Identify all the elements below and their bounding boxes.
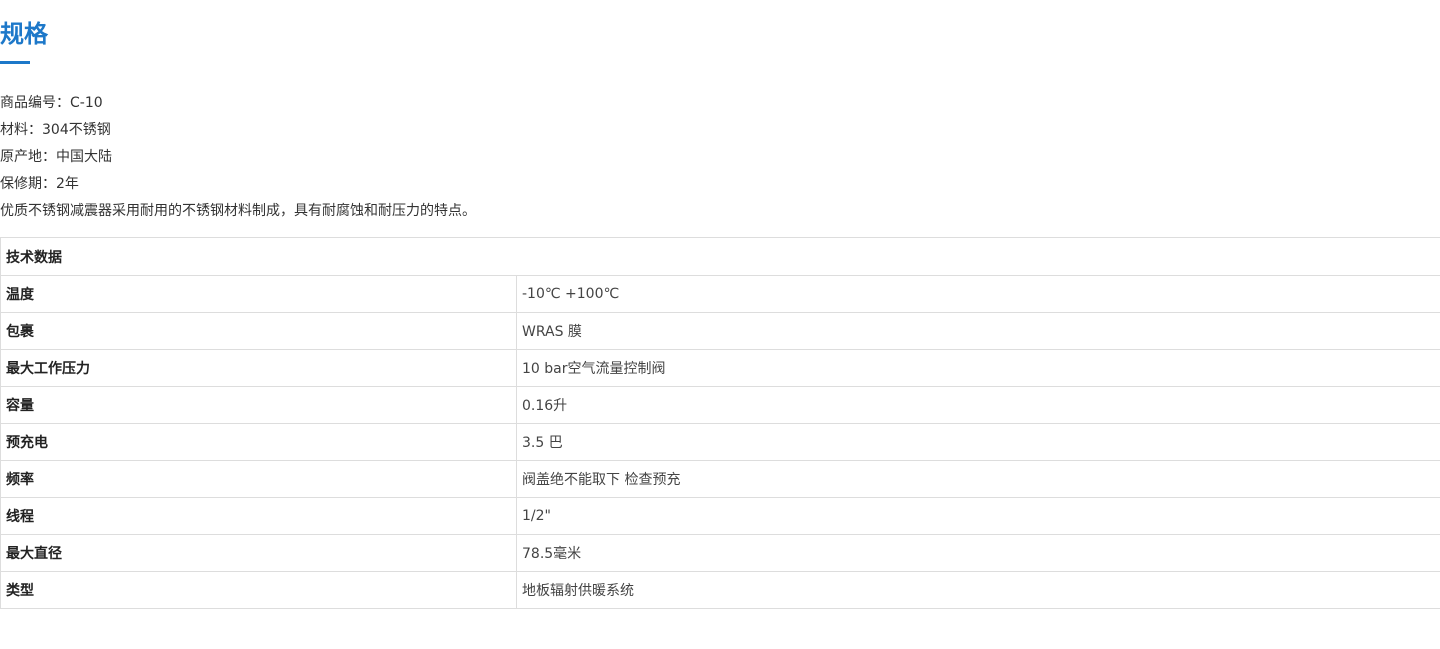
row-value: 阀盖绝不能取下 检查预充 — [516, 460, 1440, 498]
row-label: 容量 — [0, 386, 517, 424]
row-label: 最大直径 — [0, 534, 517, 572]
table-row: 包裹 WRAS 膜 — [0, 312, 1440, 350]
table-row: 温度 -10℃ +100℃ — [0, 275, 1440, 313]
row-value: 3.5 巴 — [516, 423, 1440, 461]
info-item-description: 优质不锈钢减震器采用耐用的不锈钢材料制成，具有耐腐蚀和耐压力的特点。 — [0, 203, 476, 219]
row-value: 地板辐射供暖系统 — [516, 571, 1440, 609]
row-value: 1/2" — [516, 497, 1440, 535]
row-value: 78.5毫米 — [516, 534, 1440, 572]
row-label: 包裹 — [0, 312, 517, 350]
title-underline — [0, 61, 30, 64]
info-item-origin: 原产地：中国大陆 — [0, 149, 112, 165]
tech-data-table: 技术数据 温度 -10℃ +100℃ 包裹 WRAS 膜 最大工作压力 10 b… — [0, 237, 1440, 609]
row-value: -10℃ +100℃ — [516, 275, 1440, 313]
table-row: 类型 地板辐射供暖系统 — [0, 571, 1440, 609]
row-label: 频率 — [0, 460, 517, 498]
table-row: 容量 0.16升 — [0, 386, 1440, 424]
table-row: 线程 1/2" — [0, 497, 1440, 535]
info-item-material: 材料：304不锈钢 — [0, 122, 111, 138]
table-row: 预充电 3.5 巴 — [0, 423, 1440, 461]
table-header-row: 技术数据 — [0, 237, 1440, 276]
table-row: 最大直径 78.5毫米 — [0, 534, 1440, 572]
row-label: 最大工作压力 — [0, 349, 517, 387]
row-label: 线程 — [0, 497, 517, 535]
table-header: 技术数据 — [0, 237, 1440, 276]
row-value: 0.16升 — [516, 386, 1440, 424]
row-label: 预充电 — [0, 423, 517, 461]
section-title: 规格 — [0, 20, 48, 48]
row-label: 类型 — [0, 571, 517, 609]
row-value: 10 bar空气流量控制阀 — [516, 349, 1440, 387]
product-info-list: 商品编号：C-10 材料：304不锈钢 原产地：中国大陆 保修期：2年 优质不锈… — [0, 90, 476, 225]
row-value: WRAS 膜 — [516, 312, 1440, 350]
info-item-sku: 商品编号：C-10 — [0, 95, 103, 111]
row-label: 温度 — [0, 275, 517, 313]
info-item-warranty: 保修期：2年 — [0, 176, 79, 192]
table-row: 最大工作压力 10 bar空气流量控制阀 — [0, 349, 1440, 387]
table-row: 频率 阀盖绝不能取下 检查预充 — [0, 460, 1440, 498]
